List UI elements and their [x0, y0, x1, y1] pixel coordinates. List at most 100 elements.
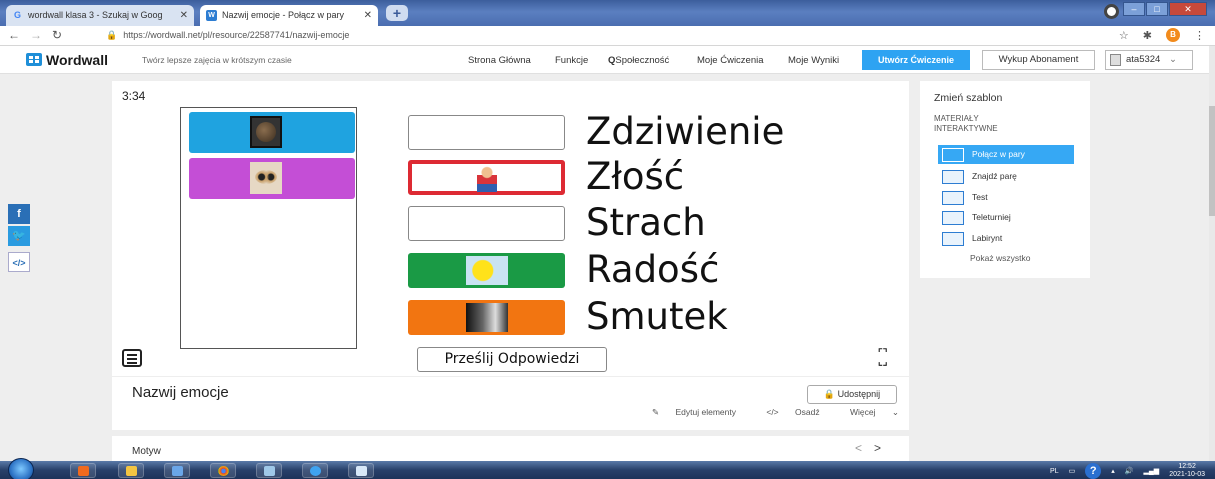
facebook-icon[interactable]: f [8, 204, 30, 224]
url-text: https://wordwall.net/pl/resource/2258774… [123, 30, 350, 40]
menu-dots-icon[interactable]: ⋮ [1194, 29, 1205, 42]
more-link[interactable]: Więcej ⌄ [836, 407, 899, 417]
match-up-icon [942, 148, 964, 162]
nav-community[interactable]: QSpołeczność [608, 55, 669, 66]
emotion-picture[interactable] [477, 166, 497, 192]
clock[interactable]: 12:52 2021-10-03 [1169, 463, 1205, 479]
avatar [1110, 54, 1121, 66]
help-icon[interactable]: ? [1085, 463, 1102, 479]
new-tab-button[interactable]: + [386, 5, 408, 21]
nav-home[interactable]: Strona Główna [468, 55, 531, 66]
lock-icon: 🔒 [823, 389, 836, 399]
explorer-icon[interactable] [118, 463, 144, 478]
draggable-image-tile[interactable] [189, 158, 355, 199]
embed-code-icon[interactable]: </> [8, 252, 30, 272]
image-tray [180, 107, 357, 349]
logo[interactable]: Wordwall [26, 52, 108, 68]
window-controls: – □ ✕ [1122, 2, 1207, 18]
maximize-button[interactable]: □ [1146, 2, 1168, 16]
volume-icon[interactable]: 🔊 [1125, 467, 1134, 475]
tab-wordwall[interactable]: W Nazwij emocje - Połącz w pary ✕ [200, 5, 378, 26]
reload-icon[interactable]: ↻ [52, 28, 62, 42]
tab-label: Nazwij emocje - Połącz w pary [222, 10, 345, 20]
network-icon[interactable] [164, 463, 190, 478]
edit-content-link[interactable]: ✎ Edytuj elementy [638, 407, 736, 417]
emotion-picture[interactable] [466, 256, 508, 285]
ie-icon[interactable] [302, 463, 328, 478]
show-all-link[interactable]: Pokaż wszystko [970, 253, 1030, 263]
user-menu[interactable]: ata5324 ⌄ [1105, 50, 1193, 70]
close-window-button[interactable]: ✕ [1169, 2, 1207, 16]
username: ata5324 [1126, 54, 1161, 65]
back-icon[interactable]: ← [8, 28, 20, 42]
wordwall-logo-icon [26, 53, 42, 66]
twitter-icon[interactable]: 🐦 [8, 226, 30, 246]
word-label-3: Strach [586, 201, 706, 244]
chevron-down-icon: ⌄ [891, 407, 899, 417]
paint-icon[interactable] [348, 463, 374, 478]
address-bar-row: ← → ↻ 🔒 https://wordwall.net/pl/resource/… [0, 26, 1215, 46]
drop-slot-2[interactable] [408, 160, 565, 195]
tagline: Twórz lepsze zajęcia w krótszym czasie [142, 55, 292, 65]
media-player-icon[interactable] [70, 463, 96, 478]
close-icon[interactable]: ✕ [364, 5, 372, 26]
start-button[interactable] [8, 458, 34, 479]
embed-link[interactable]: </> Osadź [752, 407, 819, 417]
pencil-icon: ✎ [652, 407, 660, 417]
profile-badge[interactable]: B [1166, 28, 1180, 42]
menu-icon[interactable] [122, 349, 142, 367]
subscribe-button[interactable]: Wykup Abonament [982, 50, 1095, 70]
create-activity-button[interactable]: Utwórz Ćwiczenie [862, 50, 970, 70]
template-quiz[interactable]: Test [938, 188, 1074, 207]
profile-icon[interactable] [1104, 4, 1119, 19]
quiz-icon [942, 191, 964, 205]
scrollbar-thumb[interactable] [1209, 106, 1215, 216]
signal-icon[interactable]: ▂▄▆ [1143, 467, 1159, 475]
google-icon: G [13, 10, 21, 20]
browser-tabstrip: G wordwall klasa 3 - Szukaj w Goog ✕ W N… [0, 0, 1215, 26]
nav-my-results[interactable]: Moje Wyniki [788, 55, 839, 66]
windows-taskbar: PL ▭ ? ▴ 🔊 ▂▄▆ 12:52 2021-10-03 [0, 458, 1215, 479]
chevron-down-icon: ⌄ [1168, 54, 1177, 65]
nav-features[interactable]: Funkcje [555, 55, 588, 66]
emotion-picture[interactable] [466, 303, 508, 332]
site-header: Wordwall Twórz lepsze zajęcia w krótszym… [0, 46, 1215, 74]
fullscreen-icon[interactable]: ⌜⌝ ⌞⌟ [878, 349, 898, 369]
timer: 3:34 [122, 89, 146, 103]
template-match-up[interactable]: Połącz w pary [938, 145, 1074, 164]
extensions-icon[interactable]: ✱ [1143, 29, 1152, 42]
chrome-icon[interactable] [210, 463, 236, 478]
minimize-button[interactable]: – [1123, 2, 1145, 16]
code-icon: </> [766, 407, 779, 417]
forward-icon[interactable]: → [30, 28, 42, 42]
lock-icon: 🔒 [106, 30, 118, 40]
next-theme-icon[interactable]: > [874, 441, 893, 455]
share-button[interactable]: 🔒 Udostępnij [807, 385, 897, 404]
maze-icon [942, 232, 964, 246]
nav-my-activities[interactable]: Moje Ćwiczenia [697, 55, 764, 66]
drop-slot-3[interactable] [408, 206, 565, 241]
template-find-match[interactable]: Znajdź parę [938, 167, 1074, 186]
tab-google-search[interactable]: G wordwall klasa 3 - Szukaj w Goog ✕ [6, 5, 194, 26]
drop-slot-4[interactable] [408, 253, 565, 288]
scrollbar[interactable] [1209, 46, 1215, 461]
chevron-up-icon[interactable]: ▴ [1111, 467, 1115, 475]
app-icon[interactable] [256, 463, 282, 478]
close-icon[interactable]: ✕ [180, 5, 188, 26]
url-field[interactable]: 🔒 https://wordwall.net/pl/resource/225877… [106, 30, 349, 41]
word-label-5: Smutek [586, 295, 728, 338]
template-gameshow[interactable]: Teleturniej [938, 208, 1074, 227]
draggable-image-tile[interactable] [189, 112, 355, 153]
template-maze[interactable]: Labirynt [938, 229, 1074, 248]
word-label-1: Zdziwienie [586, 110, 785, 153]
wordwall-icon: W [206, 10, 217, 21]
prev-theme-icon[interactable]: < [855, 441, 874, 455]
drop-slot-1[interactable] [408, 115, 565, 150]
activity-canvas: 3:34 Zdziwienie Złość Strach Radość Smut… [112, 81, 909, 376]
language-indicator[interactable]: PL [1050, 468, 1059, 475]
drop-slot-5[interactable] [408, 300, 565, 335]
submit-answers-button[interactable]: Prześlij Odpowiedzi [417, 347, 607, 372]
keyboard-icon[interactable]: ▭ [1069, 467, 1076, 475]
star-icon[interactable]: ☆ [1119, 29, 1129, 42]
word-label-4: Radość [586, 248, 720, 291]
